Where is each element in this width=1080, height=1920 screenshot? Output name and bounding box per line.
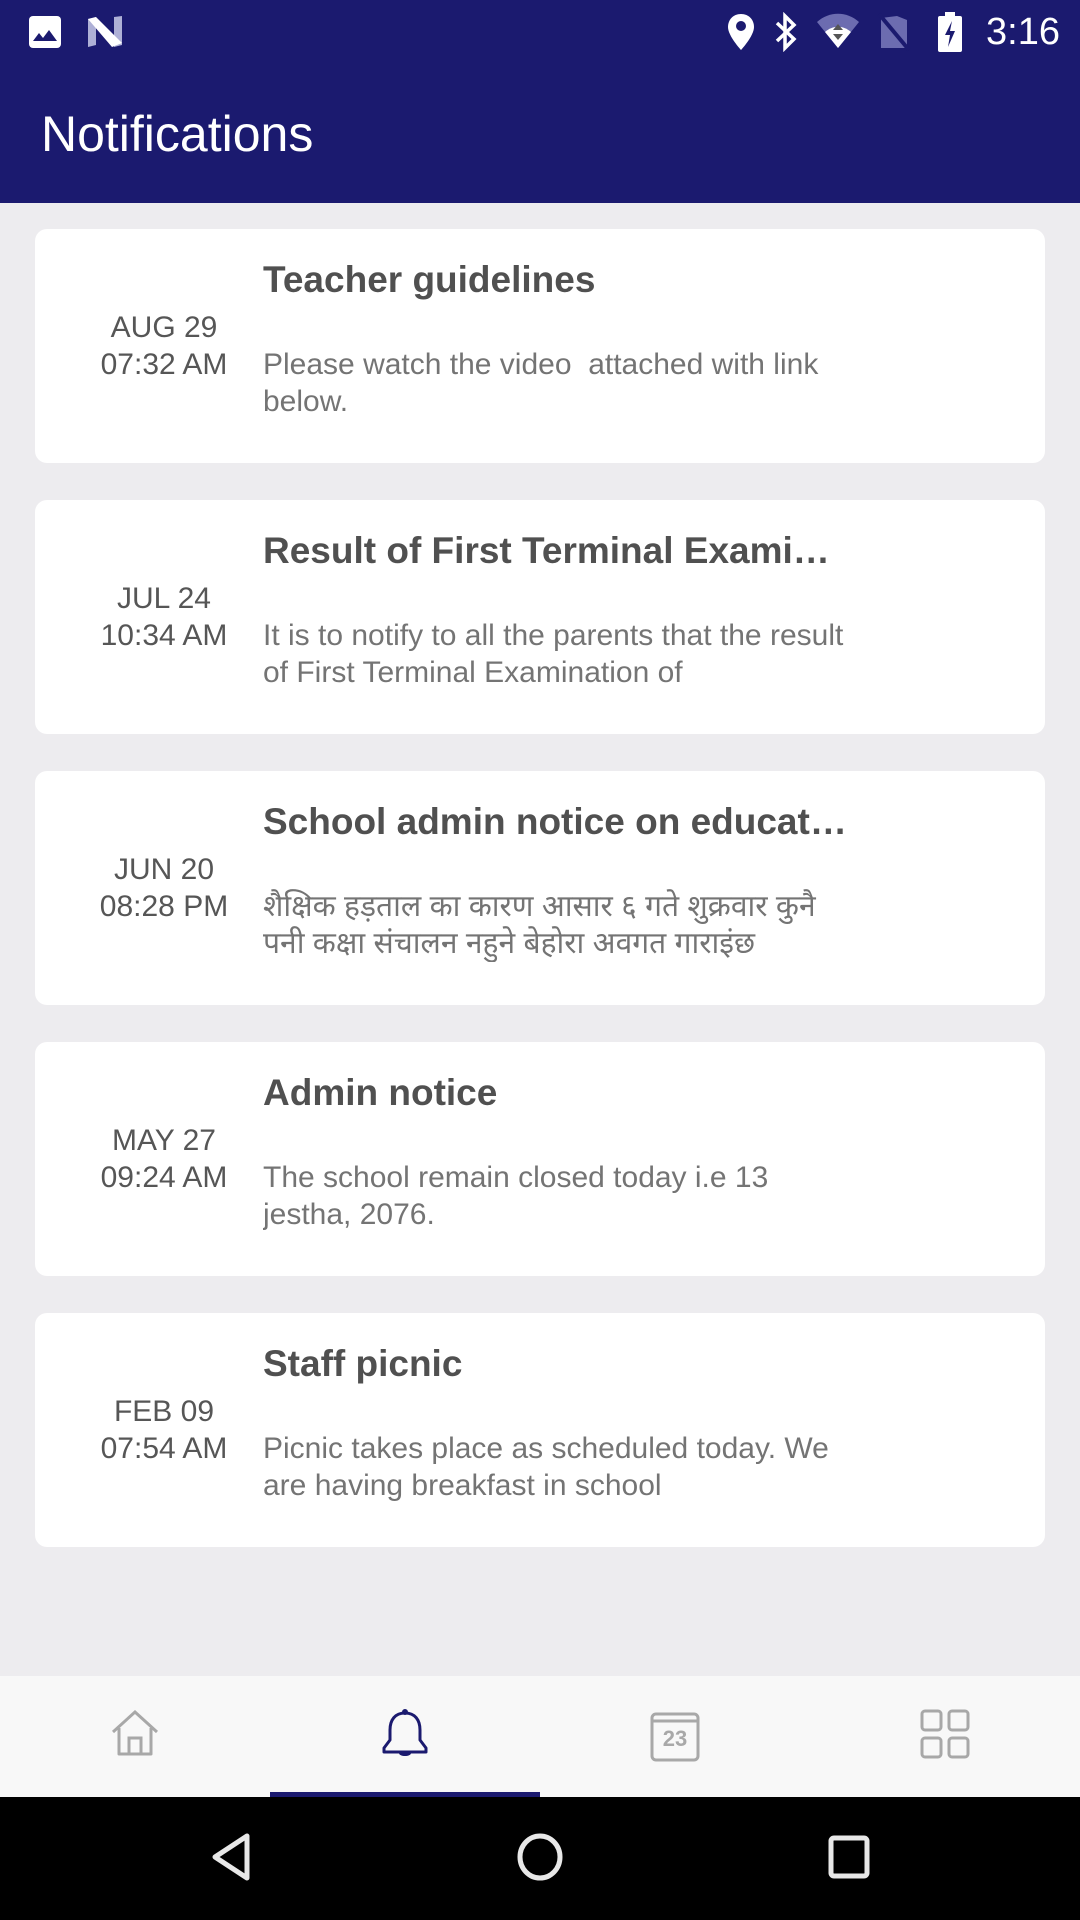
page-title: Notifications bbox=[41, 106, 314, 162]
system-navigation-bar bbox=[0, 1797, 1080, 1920]
nav-tab-home[interactable] bbox=[0, 1676, 270, 1797]
notification-datetime: JUL 24 10:34 AM bbox=[35, 500, 293, 734]
notification-date: MAY 27 bbox=[112, 1124, 216, 1157]
notification-title: Admin notice bbox=[263, 1072, 498, 1113]
wifi-icon bbox=[815, 12, 861, 52]
system-home-button[interactable] bbox=[495, 1819, 585, 1899]
battery-charging-icon bbox=[937, 12, 963, 52]
notification-card[interactable]: MAY 27 09:24 AM Admin notice The school … bbox=[35, 1042, 1045, 1276]
notification-datetime: JUN 20 08:28 PM bbox=[35, 771, 293, 1005]
nav-tab-calendar[interactable]: 23 bbox=[540, 1676, 810, 1797]
home-circle-icon bbox=[515, 1832, 565, 1887]
bluetooth-icon bbox=[772, 12, 800, 52]
notification-date: JUN 20 bbox=[113, 853, 215, 886]
notification-body: शैक्षिक हड़ताल का कारण आसार ६ गते शुक्रव… bbox=[263, 890, 824, 960]
recents-icon bbox=[827, 1834, 871, 1885]
n-logo-icon bbox=[86, 12, 124, 52]
notification-card[interactable]: JUN 20 08:28 PM School admin notice on e… bbox=[35, 771, 1045, 1005]
notification-datetime: FEB 09 07:54 AM bbox=[35, 1313, 293, 1547]
notification-title: Staff picnic bbox=[263, 1343, 463, 1384]
notification-time: 10:34 AM bbox=[100, 619, 228, 652]
notification-title: School admin notice on educat… bbox=[263, 801, 847, 842]
home-icon bbox=[110, 1709, 160, 1763]
notification-date: FEB 09 bbox=[113, 1395, 215, 1428]
notification-card[interactable]: FEB 09 07:54 AM Staff picnic Picnic take… bbox=[35, 1313, 1045, 1547]
no-sim-icon bbox=[877, 12, 911, 52]
nav-tab-notifications[interactable] bbox=[270, 1676, 540, 1797]
notification-body: Please watch the video attached with lin… bbox=[263, 348, 827, 418]
notification-body: The school remain closed today i.e 13 je… bbox=[263, 1161, 777, 1231]
bell-icon bbox=[380, 1708, 430, 1765]
location-icon bbox=[726, 12, 756, 52]
notification-card[interactable]: JUL 24 10:34 AM Result of First Terminal… bbox=[35, 500, 1045, 734]
calendar-day: 23 bbox=[662, 1725, 688, 1751]
notification-body: It is to notify to all the parents that … bbox=[263, 619, 852, 689]
calendar-icon: 23 bbox=[650, 1712, 700, 1762]
system-back-button[interactable] bbox=[186, 1819, 276, 1899]
notification-date: JUL 24 bbox=[117, 582, 211, 615]
notification-body: Picnic takes place as scheduled today. W… bbox=[263, 1432, 838, 1502]
status-bar: 3:16 bbox=[0, 0, 1080, 64]
system-recents-button[interactable] bbox=[804, 1819, 894, 1899]
notification-time: 09:24 AM bbox=[100, 1161, 228, 1194]
notification-card[interactable]: AUG 29 07:32 AM Teacher guidelines Pleas… bbox=[35, 229, 1045, 463]
status-time: 3:16 bbox=[986, 11, 1060, 53]
grid-icon bbox=[920, 1709, 970, 1764]
nav-tab-more[interactable] bbox=[810, 1676, 1080, 1797]
notification-datetime: AUG 29 07:32 AM bbox=[35, 229, 293, 463]
notification-title: Teacher guidelines bbox=[263, 259, 596, 300]
notification-date: AUG 29 bbox=[110, 311, 218, 344]
app-bar: Notifications bbox=[0, 64, 1080, 203]
image-icon bbox=[28, 12, 62, 52]
back-icon bbox=[209, 1832, 253, 1887]
notification-title: Result of First Terminal Exami… bbox=[263, 530, 830, 571]
notification-time: 07:32 AM bbox=[100, 348, 228, 381]
notification-time: 08:28 PM bbox=[99, 890, 229, 923]
bottom-navigation: 23 bbox=[0, 1676, 1080, 1797]
notification-datetime: MAY 27 09:24 AM bbox=[35, 1042, 293, 1276]
notification-time: 07:54 AM bbox=[100, 1432, 228, 1465]
